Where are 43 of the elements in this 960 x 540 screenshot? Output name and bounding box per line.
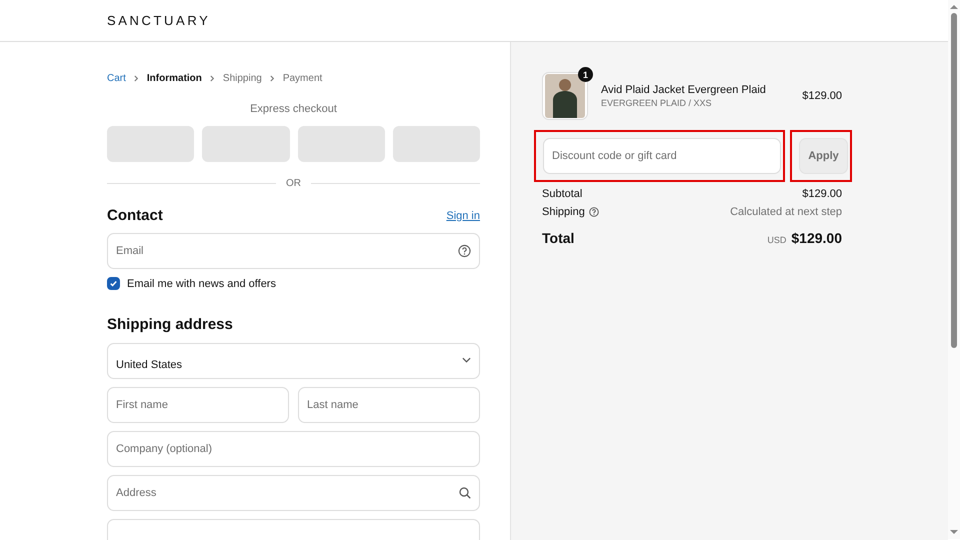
breadcrumb-link[interactable]: Information [146, 72, 202, 84]
help-icon[interactable] [588, 207, 599, 217]
chevron-down-icon [462, 356, 471, 362]
breadcrumb-link[interactable]: Shipping [222, 72, 262, 84]
help-icon[interactable] [458, 244, 471, 258]
product-title: Avid Plaid Jacket Evergreen Plaid [601, 84, 767, 96]
address-field[interactable]: Address [107, 475, 480, 511]
input-field[interactable]: Last name [298, 387, 480, 423]
quantity-badge: 1 [578, 67, 593, 82]
summary-value: Calculated at next step [730, 206, 842, 218]
or-divider-label: OR [286, 178, 301, 189]
apply-button[interactable]: Apply [799, 138, 848, 174]
breadcrumb-link[interactable]: Cart [107, 72, 126, 84]
shipping-address-heading: Shipping address [107, 316, 234, 333]
input-field[interactable]: Company (optional) [107, 431, 480, 467]
breadcrumb-link[interactable]: Payment [282, 72, 322, 84]
currency-code: USD [767, 235, 786, 245]
checkmark-icon [109, 279, 118, 288]
country-select[interactable]: United States [107, 343, 480, 379]
summary-value: $129.00 [802, 188, 842, 200]
newsletter-checkbox[interactable] [107, 277, 120, 290]
input-field[interactable]: First name [107, 387, 289, 423]
scrollbar-track[interactable] [948, 0, 960, 539]
scroll-up-icon[interactable] [950, 4, 958, 9]
summary-label: Subtotal [542, 188, 582, 200]
summary-label: Shipping [542, 206, 585, 218]
total-label: Total [542, 230, 574, 246]
email-field[interactable]: Email [107, 233, 480, 269]
newsletter-label: Email me with news and offers [127, 278, 276, 290]
product-variant: EVERGREEN PLAID / XXS [601, 98, 713, 108]
scrollbar-thumb[interactable] [951, 13, 957, 348]
total-amount: $129.00 [791, 230, 842, 246]
store-logo[interactable]: SANCTUARY [107, 13, 210, 28]
contact-heading: Contact [107, 207, 163, 224]
chevron-right-icon [270, 74, 275, 82]
product-price: $129.00 [802, 90, 842, 102]
scroll-down-icon[interactable] [950, 530, 958, 535]
sign-in-link[interactable]: Sign in [446, 210, 480, 222]
discount-code-field[interactable]: Discount code or gift card [543, 138, 781, 174]
chevron-right-icon [134, 74, 139, 82]
search-icon [459, 487, 471, 499]
express-checkout-title: Express checkout [249, 103, 338, 115]
chevron-right-icon [210, 74, 215, 82]
